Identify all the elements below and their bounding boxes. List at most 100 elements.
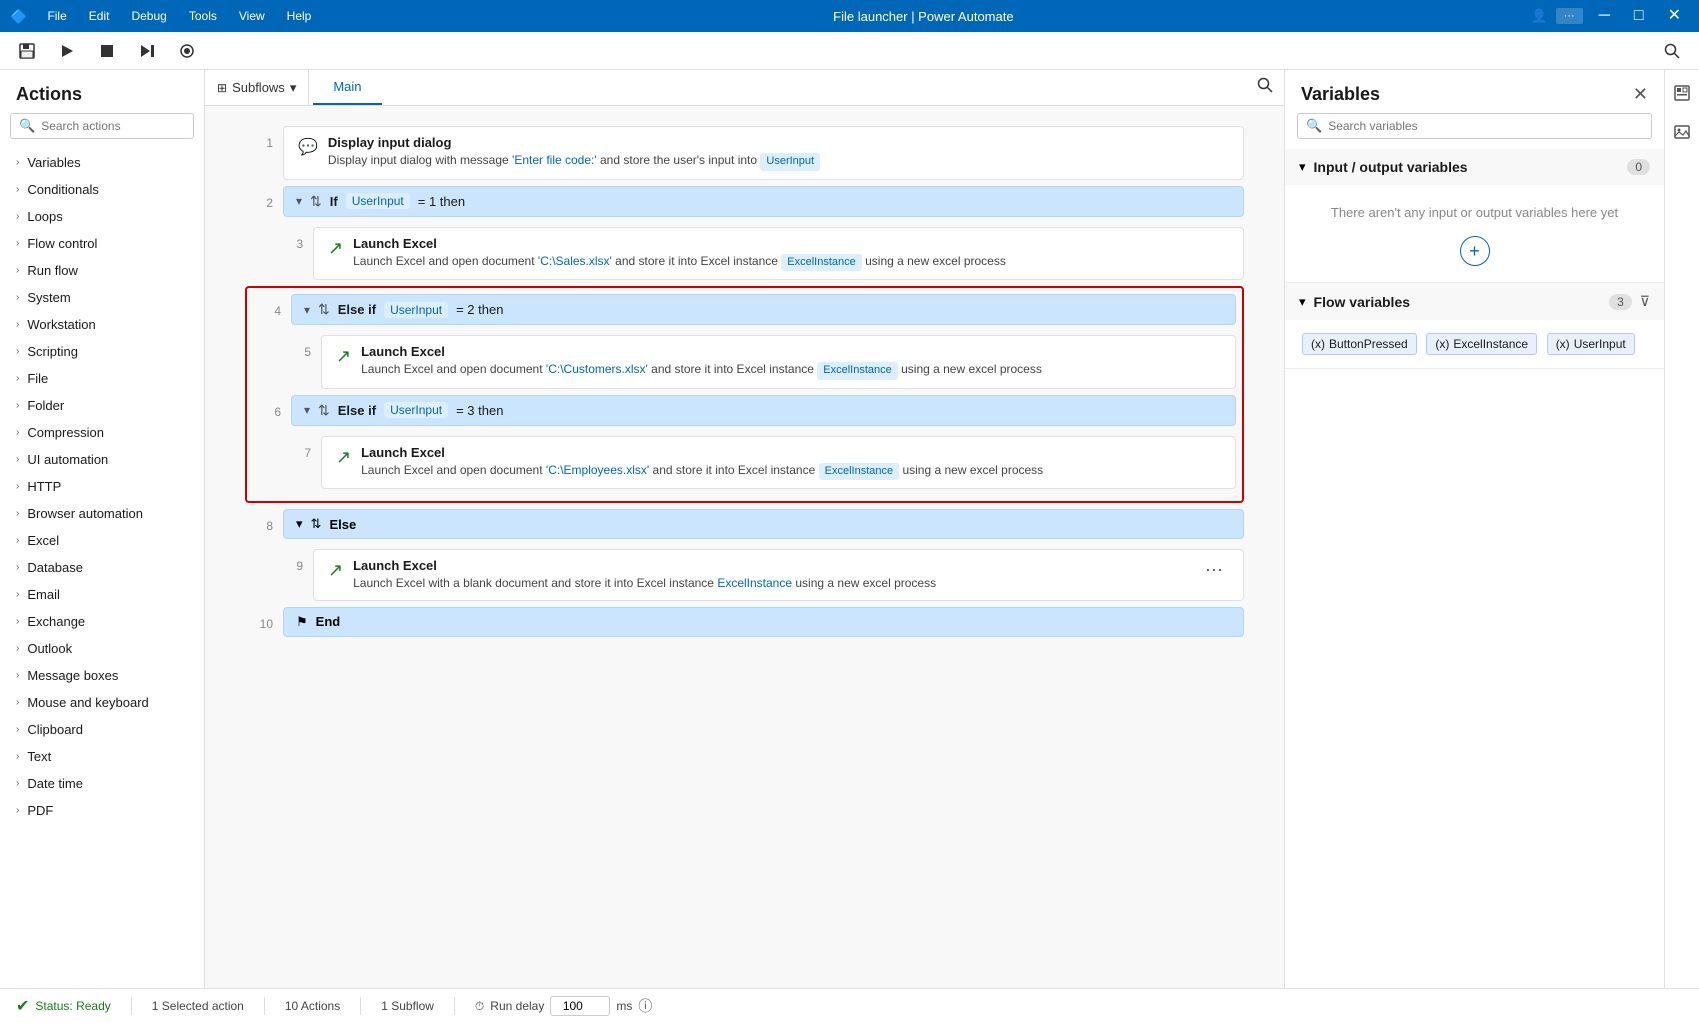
excel-icon-9: ↗ xyxy=(328,560,343,581)
step-7-badge1: ExcelInstance xyxy=(819,463,899,480)
run-delay-label: Run delay xyxy=(490,999,544,1013)
run-delay-input[interactable] xyxy=(550,996,610,1016)
menu-debug[interactable]: Debug xyxy=(127,7,170,25)
action-item-loops[interactable]: ›Loops xyxy=(0,203,204,230)
action-item-clipboard[interactable]: ›Clipboard xyxy=(0,716,204,743)
action-item-datetime[interactable]: ›Date time xyxy=(0,770,204,797)
collapse-icon-6[interactable]: ▾ xyxy=(304,403,310,417)
menu-view[interactable]: View xyxy=(235,7,269,25)
variables-search-input[interactable] xyxy=(1328,119,1643,133)
variables-search-box[interactable]: 🔍 xyxy=(1297,113,1652,139)
minimize-button[interactable]: ─ xyxy=(1591,0,1618,32)
collapse-icon-8[interactable]: ▾ xyxy=(296,516,303,532)
record-button[interactable] xyxy=(170,38,204,64)
var-item-user-input[interactable]: (x) UserInput xyxy=(1547,333,1635,355)
action-item-text[interactable]: ›Text xyxy=(0,743,204,770)
menu-edit[interactable]: Edit xyxy=(85,7,114,25)
if-header-2[interactable]: ▾ ⇅ If UserInput = 1 then xyxy=(283,186,1244,217)
if-block-2: ▾ ⇅ If UserInput = 1 then xyxy=(283,186,1244,221)
flow-block-7[interactable]: ↗ Launch Excel Launch Excel and open doc… xyxy=(321,436,1236,489)
action-item-conditionals[interactable]: ›Conditionals xyxy=(0,176,204,203)
close-button[interactable]: ✕ xyxy=(1660,0,1689,32)
main-tab[interactable]: Main xyxy=(313,70,381,105)
action-item-exchange[interactable]: ›Exchange xyxy=(0,608,204,635)
run-button[interactable] xyxy=(50,38,84,64)
input-output-section-header[interactable]: ▾ Input / output variables 0 xyxy=(1285,149,1664,185)
end-header-10[interactable]: ⚑ End xyxy=(283,607,1244,637)
variables-close-button[interactable]: ✕ xyxy=(1633,84,1648,105)
step-num-6: 6 xyxy=(253,395,281,419)
actions-search-box[interactable]: 🔍 xyxy=(10,113,194,139)
action-item-workstation[interactable]: ›Workstation xyxy=(0,311,204,338)
add-variable-button[interactable]: + xyxy=(1460,236,1490,266)
action-item-folder[interactable]: ›Folder xyxy=(0,392,204,419)
canvas-search-button[interactable] xyxy=(1256,76,1274,99)
var-item-excel-instance[interactable]: (x) ExcelInstance xyxy=(1426,333,1537,355)
action-item-outlook[interactable]: ›Outlook xyxy=(0,635,204,662)
else-if-header-6[interactable]: ▾ ⇅ Else if UserInput = 3 then xyxy=(291,395,1236,426)
dialog-icon: 💬 xyxy=(298,137,318,157)
else-header-8[interactable]: ▾ ⇅ Else xyxy=(283,509,1244,539)
status-divider-1 xyxy=(131,997,132,1015)
flow-variables-section-header[interactable]: ▾ Flow variables 3 ⊽ xyxy=(1285,283,1664,320)
menu-tools[interactable]: Tools xyxy=(185,7,221,25)
flow-row-5: 5 ↗ Launch Excel Launch Excel and open d… xyxy=(283,335,1236,388)
flow-variables-filter-button[interactable]: ⊽ xyxy=(1640,293,1650,310)
flow-row-4: 4 ▾ ⇅ Else if UserInput = 2 then xyxy=(253,294,1236,329)
action-item-message-boxes[interactable]: ›Message boxes xyxy=(0,662,204,689)
flow-row-1: 1 💬 Display input dialog Display input d… xyxy=(245,126,1244,179)
excel-icon-7: ↗ xyxy=(336,447,351,468)
maximize-button[interactable]: □ xyxy=(1626,0,1652,32)
action-item-scripting[interactable]: ›Scripting xyxy=(0,338,204,365)
collapse-icon-4[interactable]: ▾ xyxy=(304,303,310,317)
input-output-count: 0 xyxy=(1627,159,1650,175)
var-icon-images[interactable] xyxy=(1669,119,1695,150)
user-name: ··· xyxy=(1556,8,1583,24)
var-name-1: ButtonPressed xyxy=(1329,337,1408,351)
step-num-2: 2 xyxy=(245,186,273,210)
save-button[interactable] xyxy=(10,38,44,64)
action-item-mouse-keyboard[interactable]: ›Mouse and keyboard xyxy=(0,689,204,716)
step-num-5: 5 xyxy=(283,335,311,359)
step-1-highlight-1: 'Enter file code:' xyxy=(512,153,597,167)
more-options-9[interactable]: ⋯ xyxy=(1199,558,1229,583)
else-if-header-4[interactable]: ▾ ⇅ Else if UserInput = 2 then xyxy=(291,294,1236,325)
actions-panel: Actions 🔍 ›Variables ›Conditionals ›Loop… xyxy=(0,70,205,988)
action-item-compression[interactable]: ›Compression xyxy=(0,419,204,446)
action-item-http[interactable]: ›HTTP xyxy=(0,473,204,500)
menu-file[interactable]: File xyxy=(43,7,70,25)
action-item-flow-control[interactable]: ›Flow control xyxy=(0,230,204,257)
var-item-button-pressed[interactable]: (x) ButtonPressed xyxy=(1302,333,1417,355)
if-condition-2: = 1 then xyxy=(418,194,465,209)
collapse-icon-2[interactable]: ▾ xyxy=(296,194,302,208)
actions-search-input[interactable] xyxy=(41,119,185,133)
menu-help[interactable]: Help xyxy=(283,7,316,25)
stop-button[interactable] xyxy=(90,38,124,64)
var-icon-ui-elements[interactable] xyxy=(1669,80,1695,111)
action-item-system[interactable]: ›System xyxy=(0,284,204,311)
search-toolbar-button[interactable] xyxy=(1655,38,1689,64)
action-item-browser-automation[interactable]: ›Browser automation xyxy=(0,500,204,527)
action-item-database[interactable]: ›Database xyxy=(0,554,204,581)
title-bar-right: 👤 ··· ─ □ ✕ xyxy=(1531,0,1689,32)
step-button[interactable] xyxy=(130,38,164,64)
action-item-excel[interactable]: ›Excel xyxy=(0,527,204,554)
flow-block-3[interactable]: ↗ Launch Excel Launch Excel and open doc… xyxy=(313,227,1244,280)
flow-block-9[interactable]: ↗ Launch Excel Launch Excel with a blank… xyxy=(313,549,1244,601)
flow-variables-count: 3 xyxy=(1609,294,1632,310)
action-item-run-flow[interactable]: ›Run flow xyxy=(0,257,204,284)
action-item-file[interactable]: ›File xyxy=(0,365,204,392)
run-delay-info-button[interactable]: ⓘ xyxy=(638,996,652,1016)
action-item-pdf[interactable]: ›PDF xyxy=(0,797,204,824)
subflows-button[interactable]: ⊞ Subflows ▾ xyxy=(205,70,309,105)
action-item-variables[interactable]: ›Variables xyxy=(0,149,204,176)
else-if-icon-4: ⇅ xyxy=(318,301,330,318)
action-item-ui-automation[interactable]: ›UI automation xyxy=(0,446,204,473)
flow-block-1[interactable]: 💬 Display input dialog Display input dia… xyxy=(283,126,1244,179)
center-toolbar: ⊞ Subflows ▾ Main xyxy=(205,70,1284,106)
flow-variables-section: ▾ Flow variables 3 ⊽ (x) ButtonPressed (… xyxy=(1285,283,1664,369)
flow-block-5[interactable]: ↗ Launch Excel Launch Excel and open doc… xyxy=(321,335,1236,388)
step-9-hl1: ExcelInstance xyxy=(717,576,792,590)
action-item-email[interactable]: ›Email xyxy=(0,581,204,608)
flow-block-9-content: Launch Excel Launch Excel with a blank d… xyxy=(353,558,1189,592)
